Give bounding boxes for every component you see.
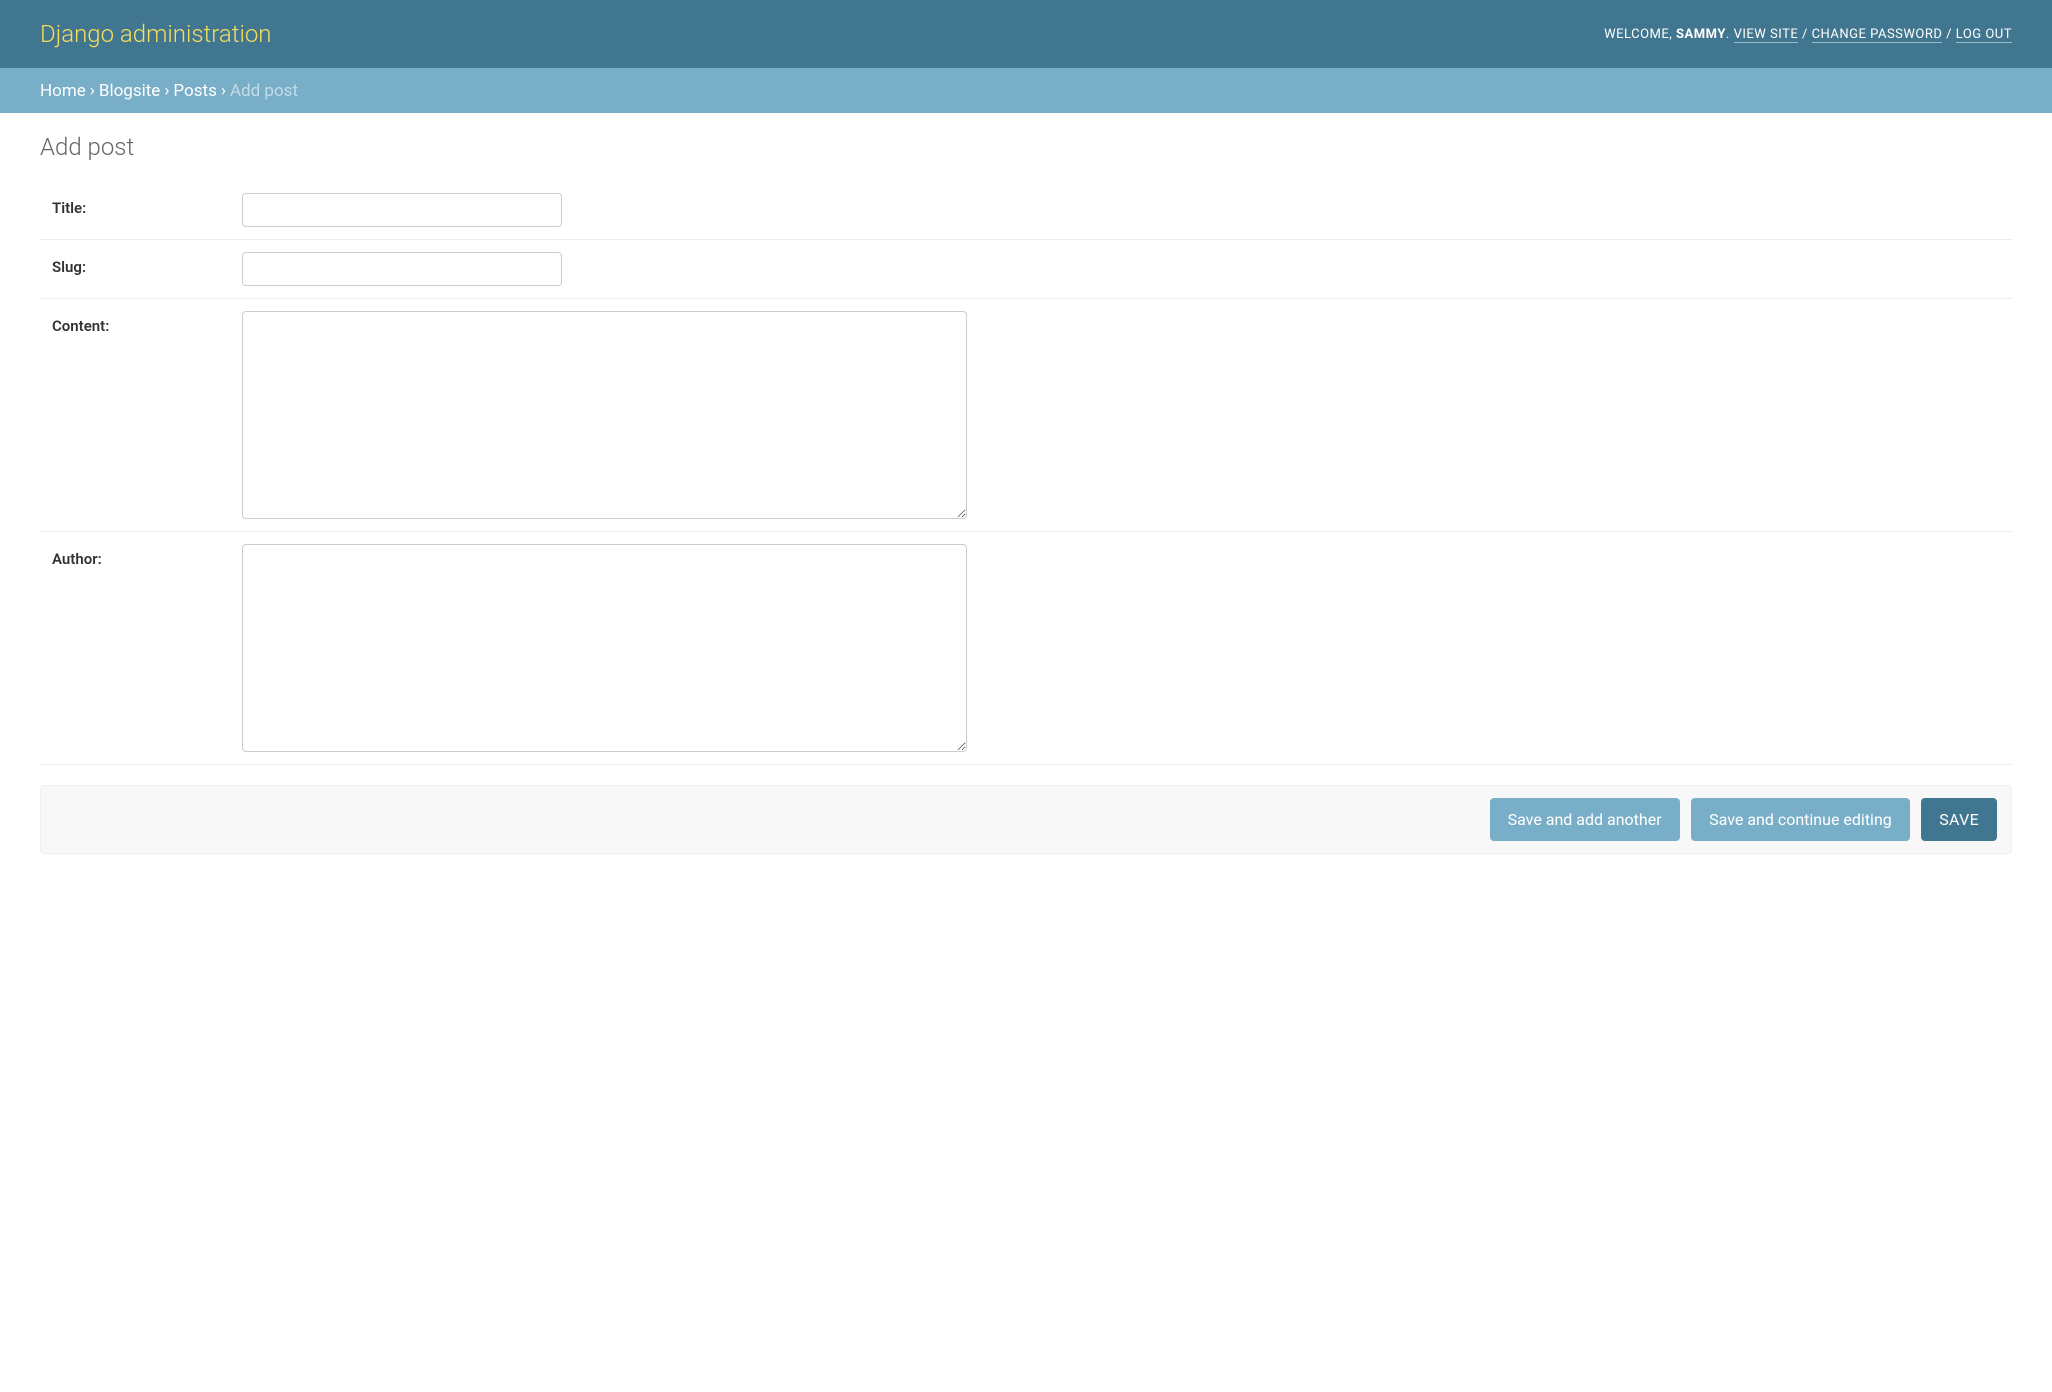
content-main: Add post Title: Slug: Content: Author: S… (0, 113, 2052, 874)
form-row-title: Title: (40, 181, 2012, 240)
submit-row: Save and add another Save and continue e… (40, 785, 2012, 854)
title-input[interactable] (242, 193, 562, 227)
post-form: Title: Slug: Content: Author: Save and a… (40, 181, 2012, 854)
user-tools: WELCOME, SAMMY. VIEW SITE / CHANGE PASSW… (1604, 27, 2012, 42)
page-title: Add post (40, 133, 2012, 161)
form-row-slug: Slug: (40, 240, 2012, 299)
save-add-another-button[interactable]: Save and add another (1490, 798, 1680, 841)
breadcrumb-current: Add post (230, 81, 298, 101)
site-title-link[interactable]: Django administration (40, 20, 272, 48)
main-fieldset: Title: Slug: Content: Author: (40, 181, 2012, 765)
dot-separator: . (1726, 27, 1734, 42)
content-textarea[interactable] (242, 311, 967, 519)
branding: Django administration (40, 20, 272, 48)
admin-header: Django administration WELCOME, SAMMY. VI… (0, 0, 2052, 68)
change-password-link[interactable]: CHANGE PASSWORD (1812, 27, 1943, 43)
breadcrumb-model[interactable]: Posts (173, 81, 216, 101)
breadcrumb-separator: › (217, 81, 230, 101)
content-label: Content: (52, 311, 242, 335)
welcome-text: WELCOME, (1604, 27, 1676, 42)
view-site-link[interactable]: VIEW SITE (1734, 27, 1799, 43)
save-continue-button[interactable]: Save and continue editing (1691, 798, 1910, 841)
title-label: Title: (52, 193, 242, 217)
link-separator: / (1942, 27, 1955, 42)
slug-input[interactable] (242, 252, 562, 286)
link-separator: / (1798, 27, 1811, 42)
slug-label: Slug: (52, 252, 242, 276)
breadcrumb-home[interactable]: Home (40, 81, 86, 101)
breadcrumbs: Home › Blogsite › Posts › Add post (0, 68, 2052, 113)
username: SAMMY (1676, 27, 1726, 42)
save-button[interactable]: SAVE (1921, 798, 1997, 841)
breadcrumb-separator: › (86, 81, 99, 101)
breadcrumb-separator: › (160, 81, 173, 101)
log-out-link[interactable]: LOG OUT (1956, 27, 2012, 43)
breadcrumb-app[interactable]: Blogsite (99, 81, 160, 101)
author-textarea[interactable] (242, 544, 967, 752)
site-title: Django administration (40, 20, 272, 48)
author-label: Author: (52, 544, 242, 568)
form-row-content: Content: (40, 299, 2012, 532)
form-row-author: Author: (40, 532, 2012, 765)
